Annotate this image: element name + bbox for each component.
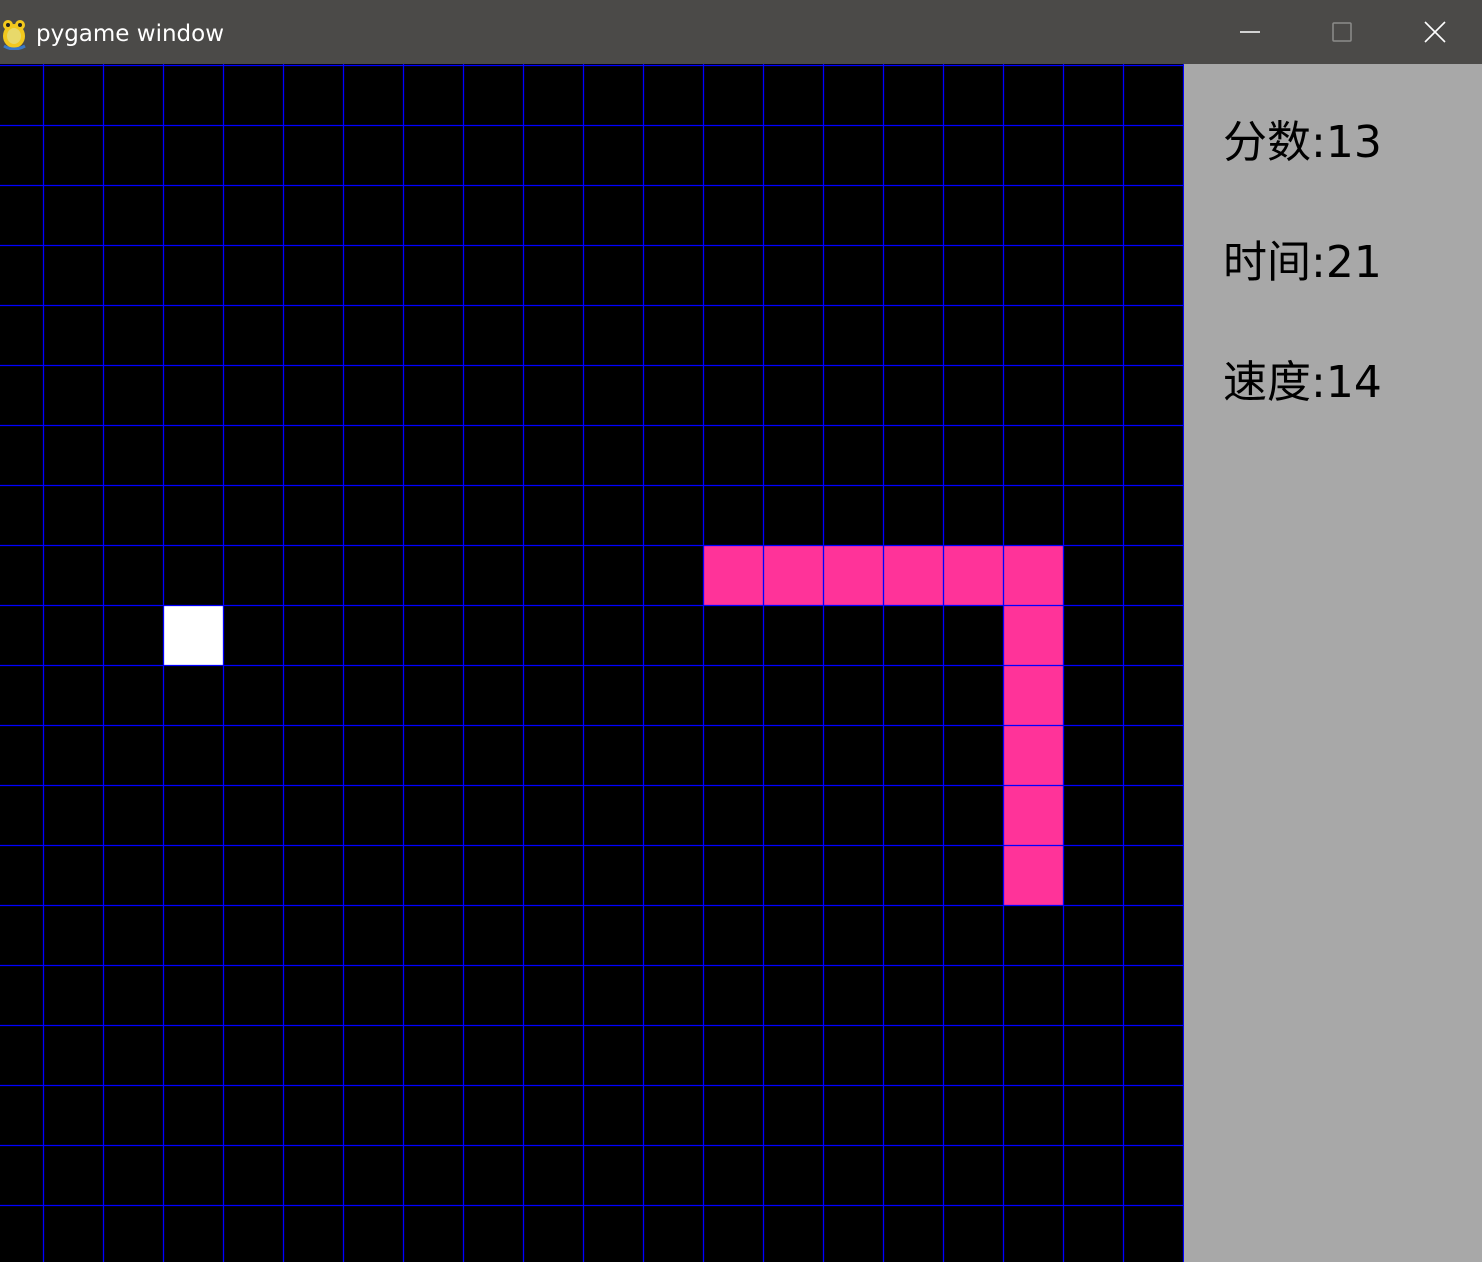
time-text: 时间:21 (1223, 237, 1382, 288)
minimize-icon (1240, 31, 1260, 33)
snake-segment (1004, 666, 1063, 725)
snake-segment (1004, 606, 1063, 665)
snake-segment (1004, 786, 1063, 845)
snake-segment (824, 546, 883, 605)
window-title: pygame window (36, 21, 225, 47)
snake-segment (764, 546, 823, 605)
game-grid (0, 64, 1184, 1262)
speed-text: 速度:14 (1223, 357, 1382, 408)
minimize-button[interactable] (1204, 0, 1296, 64)
food-block (164, 606, 223, 665)
snake-segment (1004, 546, 1063, 605)
title-bar[interactable]: pygame window (0, 0, 1482, 64)
pygame-snake-icon (3, 20, 26, 50)
snake-segment (884, 546, 943, 605)
score-text: 分数:13 (1223, 117, 1382, 168)
game-board[interactable] (0, 64, 1184, 1262)
snake-tail-segment (704, 546, 763, 605)
snake-segment (1004, 726, 1063, 785)
close-button[interactable] (1389, 0, 1481, 64)
snake-segment (944, 546, 1003, 605)
maximize-icon (1332, 22, 1352, 42)
snake-head-segment (1004, 846, 1063, 905)
score-panel: 分数:13 时间:21 速度:14 (1184, 64, 1482, 1262)
maximize-button[interactable] (1296, 0, 1388, 64)
close-icon (1424, 21, 1446, 43)
